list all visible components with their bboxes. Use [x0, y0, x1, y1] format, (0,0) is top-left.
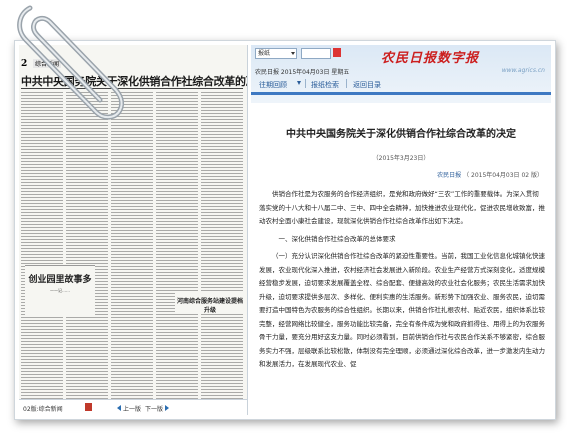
next-page-link[interactable]: 下一版: [145, 404, 163, 413]
chevron-down-icon: [291, 52, 295, 55]
header-rule: [251, 92, 551, 95]
go-button[interactable]: [333, 48, 341, 57]
page-footer: 02版:综合新闻 上一版 下一版: [19, 399, 247, 415]
text-column: [201, 92, 243, 410]
edition-link[interactable]: 02版:综合新闻: [23, 404, 63, 413]
byline-source[interactable]: 农民日报: [437, 172, 461, 179]
divider: [346, 79, 347, 88]
text-columns: 创业园里故事多 ——记…… 河南综合服务站建设提档升级: [21, 92, 245, 410]
nav-bar: 往期回顾 报纸检索 返回目录: [251, 77, 551, 91]
arrow-right-icon[interactable]: [165, 405, 169, 411]
article-pubdate: （2015年3月23日）: [372, 155, 430, 162]
article-body: 供销合作社是为农服务的合作经济组织，是党和政府做好“三农”工作的重要载体。为深入…: [259, 188, 545, 372]
article-paragraph: （一）充分认识深化供销合作社综合改革的紧迫性重要性。当前，我国工业化信息化城镇化…: [259, 252, 545, 368]
nav-item-archive[interactable]: 往期回顾: [259, 80, 287, 90]
byline-date: （ 2015年04月03日 02 版）: [463, 172, 543, 179]
article-panel: 报纸 农民日报数字报 农民日报 2015年04月03日 星期五 www.agri…: [251, 45, 551, 415]
article-title: 中共中央国务院关于深化供销合作社综合改革的决定: [286, 129, 516, 140]
pdf-icon[interactable]: [85, 403, 92, 411]
brand-logo: 农民日报数字报: [381, 51, 480, 66]
text-column: [156, 92, 198, 410]
section-label: 综合新闻: [33, 59, 62, 68]
page-frame: 2 综合新闻 中共中央国务院关于深化供销合作社综合改革的决定 创业园里故事多 —…: [14, 40, 556, 420]
text-column: [66, 92, 108, 410]
date-select[interactable]: [301, 48, 331, 59]
text-column: [21, 92, 63, 410]
article-paragraph: 供销合作社是为农服务的合作经济组织，是党和政府做好“三农”工作的重要载体。为深入…: [259, 190, 545, 225]
story-box[interactable]: 河南综合服务站建设提档升级: [175, 292, 245, 314]
page-number: 2: [21, 59, 28, 69]
article-byline: 农民日报 （ 2015年04月03日 02 版）: [251, 170, 543, 179]
divider: [305, 79, 306, 88]
paper-select[interactable]: 报纸: [255, 48, 297, 59]
select-value: 报纸: [258, 50, 271, 57]
story-box[interactable]: 创业园里故事多 ——记……: [25, 265, 95, 316]
story-headline: 创业园里故事多: [28, 275, 92, 285]
section-heading: 一、深化供销合作社综合改革的总体要求: [278, 234, 396, 243]
nav-item-contents[interactable]: 返回目录: [353, 80, 381, 90]
chevron-down-icon[interactable]: [297, 81, 301, 85]
newspaper-page-thumbnail[interactable]: 2 综合新闻 中共中央国务院关于深化供销合作社综合改革的决定 创业园里故事多 —…: [19, 45, 248, 415]
site-url: www.agrics.cn: [501, 67, 545, 74]
text-column: [111, 92, 153, 410]
arrow-left-icon[interactable]: [117, 405, 121, 411]
story-subtitle: ——记……: [50, 288, 70, 293]
paper-headline: 中共中央国务院关于深化供销合作社综合改革的决定: [21, 75, 248, 88]
dateline: 农民日报 2015年04月03日 星期五: [255, 69, 350, 76]
site-header: 报纸 农民日报数字报 农民日报 2015年04月03日 星期五 www.agri…: [251, 45, 551, 103]
prev-page-link[interactable]: 上一版: [123, 404, 141, 413]
nav-item-search[interactable]: 报纸检索: [311, 80, 339, 90]
story-headline: 河南综合服务站建设提档升级: [176, 298, 243, 314]
divider: [21, 88, 243, 89]
